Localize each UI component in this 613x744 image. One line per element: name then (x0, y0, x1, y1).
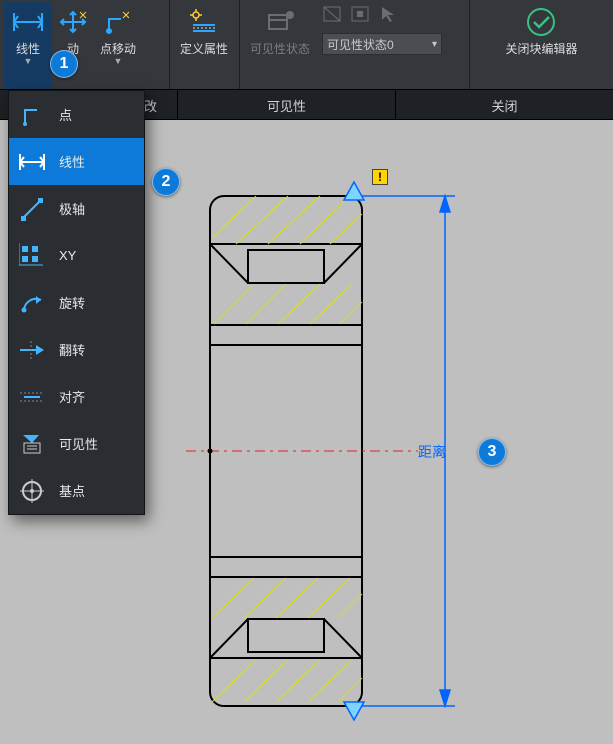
dropdown-arrow-icon: ▼ (24, 57, 33, 65)
align-icon (17, 382, 47, 412)
combo-arrow-icon: ▾ (432, 39, 437, 50)
dimension-label: 距离 (418, 442, 446, 462)
rotate-icon (17, 288, 47, 318)
dropdown-label: 可见性 (59, 434, 98, 453)
define-attribute-label: 定义属性 (180, 40, 228, 57)
dropdown-item-basepoint[interactable]: 基点 (9, 467, 144, 514)
visibility-state-button: 可见性状态 (244, 2, 316, 57)
callout-marker-2: 2 (152, 168, 180, 196)
dropdown-item-align[interactable]: 对齐 (9, 373, 144, 420)
vis-toggle2-icon (350, 4, 372, 29)
check-circle-icon (524, 6, 558, 38)
ribbon: 线性 ▼ 动 ▼ (0, 0, 613, 90)
dropdown-label: XY (59, 248, 76, 263)
visibility-state-combo[interactable]: 可见性状态0 ▾ (322, 33, 442, 55)
linear-param-dropdown: 点 线性 极轴 XY 旋转 (8, 90, 145, 515)
attribute-icon (189, 6, 219, 38)
linear-icon (17, 147, 47, 177)
linear-param-button[interactable]: 线性 ▼ (4, 2, 52, 89)
dropdown-item-rotate[interactable]: 旋转 (9, 279, 144, 326)
visibility-state-icon (265, 6, 295, 38)
callout-marker-1: 1 (50, 50, 78, 78)
point-icon (17, 100, 47, 130)
polar-icon (17, 194, 47, 224)
group-label-visibility: 可见性 (178, 90, 396, 119)
linear-label: 线性 (16, 40, 40, 57)
vis-cursor-icon (378, 4, 400, 29)
visibility-combo-value: 可见性状态0 (327, 36, 394, 53)
dropdown-item-polar[interactable]: 极轴 (9, 185, 144, 232)
warning-icon: ! (372, 169, 388, 185)
dropdown-item-point[interactable]: 点 (9, 91, 144, 138)
close-editor-label: 关闭块编辑器 (505, 40, 577, 57)
visibility-icon (17, 429, 47, 459)
dropdown-label: 旋转 (59, 293, 85, 312)
point-move-button[interactable]: 点移动 ▼ (94, 2, 142, 89)
point-move-icon (103, 6, 133, 38)
dropdown-arrow-icon: ▼ (114, 57, 123, 65)
linear-icon (10, 6, 46, 38)
close-block-editor-button[interactable]: 关闭块编辑器 (499, 2, 583, 89)
dropdown-label: 对齐 (59, 387, 85, 406)
move-icon (58, 6, 88, 38)
flip-icon (17, 335, 47, 365)
dropdown-label: 翻转 (59, 340, 85, 359)
dropdown-item-visibility[interactable]: 可见性 (9, 420, 144, 467)
dropdown-item-xy[interactable]: XY (9, 232, 144, 279)
visibility-state-label: 可见性状态 (250, 40, 310, 57)
group-label-close: 关闭 (396, 90, 613, 119)
define-attribute-button[interactable]: 定义属性 (174, 2, 234, 89)
dropdown-label: 线性 (59, 152, 85, 171)
dropdown-label: 点 (59, 105, 72, 124)
vis-toggle-icon (322, 4, 344, 29)
dropdown-label: 基点 (59, 481, 85, 500)
xy-icon (17, 241, 47, 271)
basepoint-icon (17, 476, 47, 506)
dropdown-item-flip[interactable]: 翻转 (9, 326, 144, 373)
point-move-label: 点移动 (100, 40, 136, 57)
dropdown-item-linear[interactable]: 线性 (9, 138, 144, 185)
dropdown-label: 极轴 (59, 199, 85, 218)
callout-marker-3: 3 (478, 438, 506, 466)
